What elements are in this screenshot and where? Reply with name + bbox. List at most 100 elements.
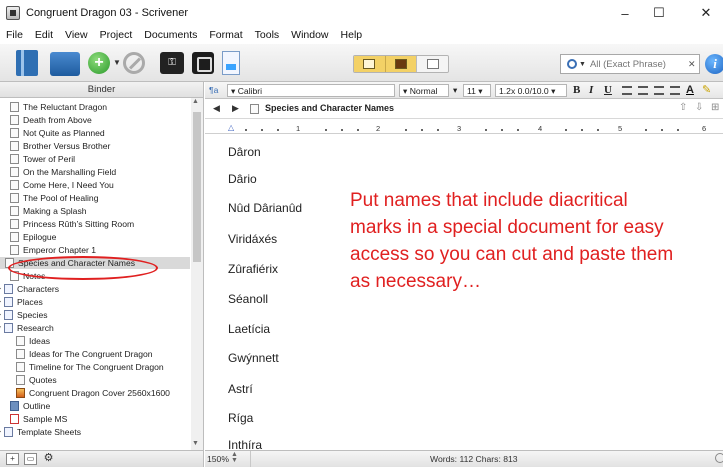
split-editor-icon[interactable]: ⊞ bbox=[711, 102, 719, 113]
align-center-icon[interactable] bbox=[638, 86, 648, 95]
search-input[interactable] bbox=[589, 58, 686, 70]
highlight-icon[interactable]: ✎ bbox=[702, 84, 711, 97]
corkboard-view-button[interactable] bbox=[384, 56, 417, 72]
clear-search-icon[interactable]: ✕ bbox=[688, 59, 696, 70]
binder-item-species[interactable]: >Species bbox=[0, 309, 184, 321]
binder-item[interactable]: Ideas bbox=[6, 335, 196, 347]
maximize-button[interactable]: ☐ bbox=[642, 0, 676, 26]
binder-item[interactable]: Quotes bbox=[6, 374, 196, 386]
binder-item[interactable]: Timeline for The Congruent Dragon bbox=[6, 361, 196, 373]
binder-item-research[interactable]: ∨Research bbox=[0, 322, 184, 334]
add-menu-chevron-down-icon[interactable]: ▼ bbox=[113, 58, 121, 68]
back-arrow-icon[interactable]: ◀ bbox=[213, 103, 220, 114]
document-icon bbox=[250, 104, 259, 114]
binder-item[interactable]: Come Here, I Need You bbox=[0, 179, 190, 191]
binder-item[interactable]: Not Quite as Planned bbox=[0, 127, 190, 139]
binder-item-places[interactable]: >Places bbox=[0, 296, 184, 308]
document-icon bbox=[10, 102, 19, 112]
search-icon[interactable] bbox=[567, 59, 577, 69]
style-chevron-down-icon[interactable]: ▾ bbox=[453, 84, 463, 97]
name-line: Gwýnnett bbox=[228, 351, 279, 365]
binder-item-sample-ms[interactable]: Sample MS bbox=[0, 413, 190, 425]
keywords-icon[interactable]: ⚿ bbox=[160, 52, 184, 74]
scrivener-app-icon bbox=[6, 6, 20, 20]
search-options-chevron-down-icon[interactable]: ▼ bbox=[579, 61, 586, 68]
binder-item-template-sheets[interactable]: >Template Sheets bbox=[0, 426, 184, 438]
binder-item[interactable]: Making a Splash bbox=[0, 205, 190, 217]
ruler-tick bbox=[421, 129, 423, 131]
align-left-icon[interactable] bbox=[622, 86, 632, 95]
align-justify-icon[interactable] bbox=[670, 86, 680, 95]
name-line: Zûrafiérix bbox=[228, 262, 279, 276]
menu-window[interactable]: Window bbox=[285, 29, 334, 41]
forward-arrow-icon[interactable]: ▶ bbox=[232, 103, 239, 114]
binder-toggle-icon[interactable] bbox=[16, 50, 38, 76]
name-line: Laetícia bbox=[228, 322, 271, 336]
binder-item[interactable]: Princess Rûth’s Sitting Room bbox=[0, 218, 190, 230]
binder-item[interactable]: Tower of Peril bbox=[0, 153, 190, 165]
ruler-number: 2 bbox=[376, 124, 381, 133]
add-folder-icon[interactable]: ▭ bbox=[24, 453, 37, 465]
main-toolbar: + ▼ ⚿ ▼ ✕ i bbox=[0, 44, 723, 82]
search-field[interactable]: ▼ ✕ bbox=[560, 54, 700, 74]
binder-item[interactable]: The Pool of Healing bbox=[0, 192, 190, 204]
menu-file[interactable]: File bbox=[0, 29, 29, 41]
document-icon bbox=[16, 336, 25, 346]
scroll-down-icon[interactable]: ▼ bbox=[192, 440, 199, 447]
binder-item[interactable]: The Reluctant Dragon bbox=[0, 101, 190, 113]
editor-text-area[interactable]: Dâron Dârio Nûd Dârianûd Viridáxés Zûraf… bbox=[205, 139, 723, 450]
menu-edit[interactable]: Edit bbox=[29, 29, 59, 41]
ruler-indent-marker[interactable]: △ bbox=[228, 123, 234, 132]
arrow-down-icon[interactable]: ⇩ bbox=[695, 102, 703, 113]
menu-format[interactable]: Format bbox=[203, 29, 248, 41]
snapshot-icon[interactable] bbox=[222, 51, 240, 75]
binder-scroll-thumb[interactable] bbox=[193, 112, 201, 262]
target-icon[interactable] bbox=[715, 453, 723, 463]
ruler[interactable]: △ 1 2 3 4 5 6 bbox=[205, 119, 723, 139]
align-right-icon[interactable] bbox=[654, 86, 664, 95]
menu-documents[interactable]: Documents bbox=[138, 29, 203, 41]
binder-item[interactable]: Epilogue bbox=[0, 231, 190, 243]
font-family-select[interactable]: ▾ Calibri bbox=[227, 84, 395, 97]
paragraph-style-select[interactable]: ▾ Normal bbox=[399, 84, 449, 97]
inspector-info-button[interactable]: i bbox=[705, 54, 723, 74]
zoom-stepper-icon[interactable]: ▲ ▼ bbox=[231, 451, 238, 464]
binder-item[interactable]: Emperor Chapter 1 bbox=[0, 244, 190, 256]
binder-item-outline[interactable]: Outline bbox=[0, 400, 190, 412]
gear-icon[interactable]: ⚙ bbox=[42, 453, 55, 465]
ruler-tick bbox=[661, 129, 663, 131]
line-spacing-select[interactable]: 1.2x 0.0/10.0 ▾ bbox=[495, 84, 567, 97]
binder-item[interactable]: Death from Above bbox=[0, 114, 190, 126]
ruler-tick bbox=[677, 129, 679, 131]
binder-item-characters[interactable]: >Characters bbox=[0, 283, 184, 295]
text-color-button[interactable]: A bbox=[686, 84, 694, 97]
add-document-button[interactable]: + bbox=[88, 52, 110, 74]
italic-button[interactable]: I bbox=[589, 84, 593, 97]
add-item-icon[interactable]: + bbox=[6, 453, 19, 465]
collections-icon[interactable] bbox=[50, 52, 80, 76]
binder-footer: + ▭ ⚙ bbox=[0, 450, 204, 467]
composition-mode-icon[interactable] bbox=[192, 52, 214, 74]
arrow-up-icon[interactable]: ⇧ bbox=[679, 102, 687, 113]
outliner-view-button[interactable] bbox=[416, 56, 448, 72]
binder-item[interactable]: Ideas for The Congruent Dragon bbox=[6, 348, 196, 360]
folder-icon bbox=[4, 310, 13, 320]
menu-project[interactable]: Project bbox=[94, 29, 139, 41]
binder-item[interactable]: Congruent Dragon Cover 2560x1600 bbox=[6, 387, 196, 399]
view-mode-group bbox=[353, 55, 449, 73]
styles-icon[interactable]: ¶a bbox=[209, 84, 223, 97]
zoom-level[interactable]: 150% bbox=[207, 454, 229, 464]
bold-button[interactable]: B bbox=[573, 84, 580, 97]
menu-view[interactable]: View bbox=[59, 29, 94, 41]
close-button[interactable]: ✕ bbox=[689, 0, 723, 26]
font-size-select[interactable]: 11 ▾ bbox=[463, 84, 491, 97]
scrivenings-view-button[interactable] bbox=[354, 56, 385, 72]
scroll-up-icon[interactable]: ▲ bbox=[192, 98, 199, 105]
minimize-button[interactable]: – bbox=[608, 0, 642, 26]
underline-button[interactable]: U bbox=[604, 84, 612, 97]
menu-tools[interactable]: Tools bbox=[249, 29, 286, 41]
binder-item[interactable]: On the Marshalling Field bbox=[0, 166, 190, 178]
move-to-trash-icon[interactable] bbox=[123, 52, 145, 74]
menu-help[interactable]: Help bbox=[335, 29, 369, 41]
binder-item[interactable]: Brother Versus Brother bbox=[0, 140, 190, 152]
